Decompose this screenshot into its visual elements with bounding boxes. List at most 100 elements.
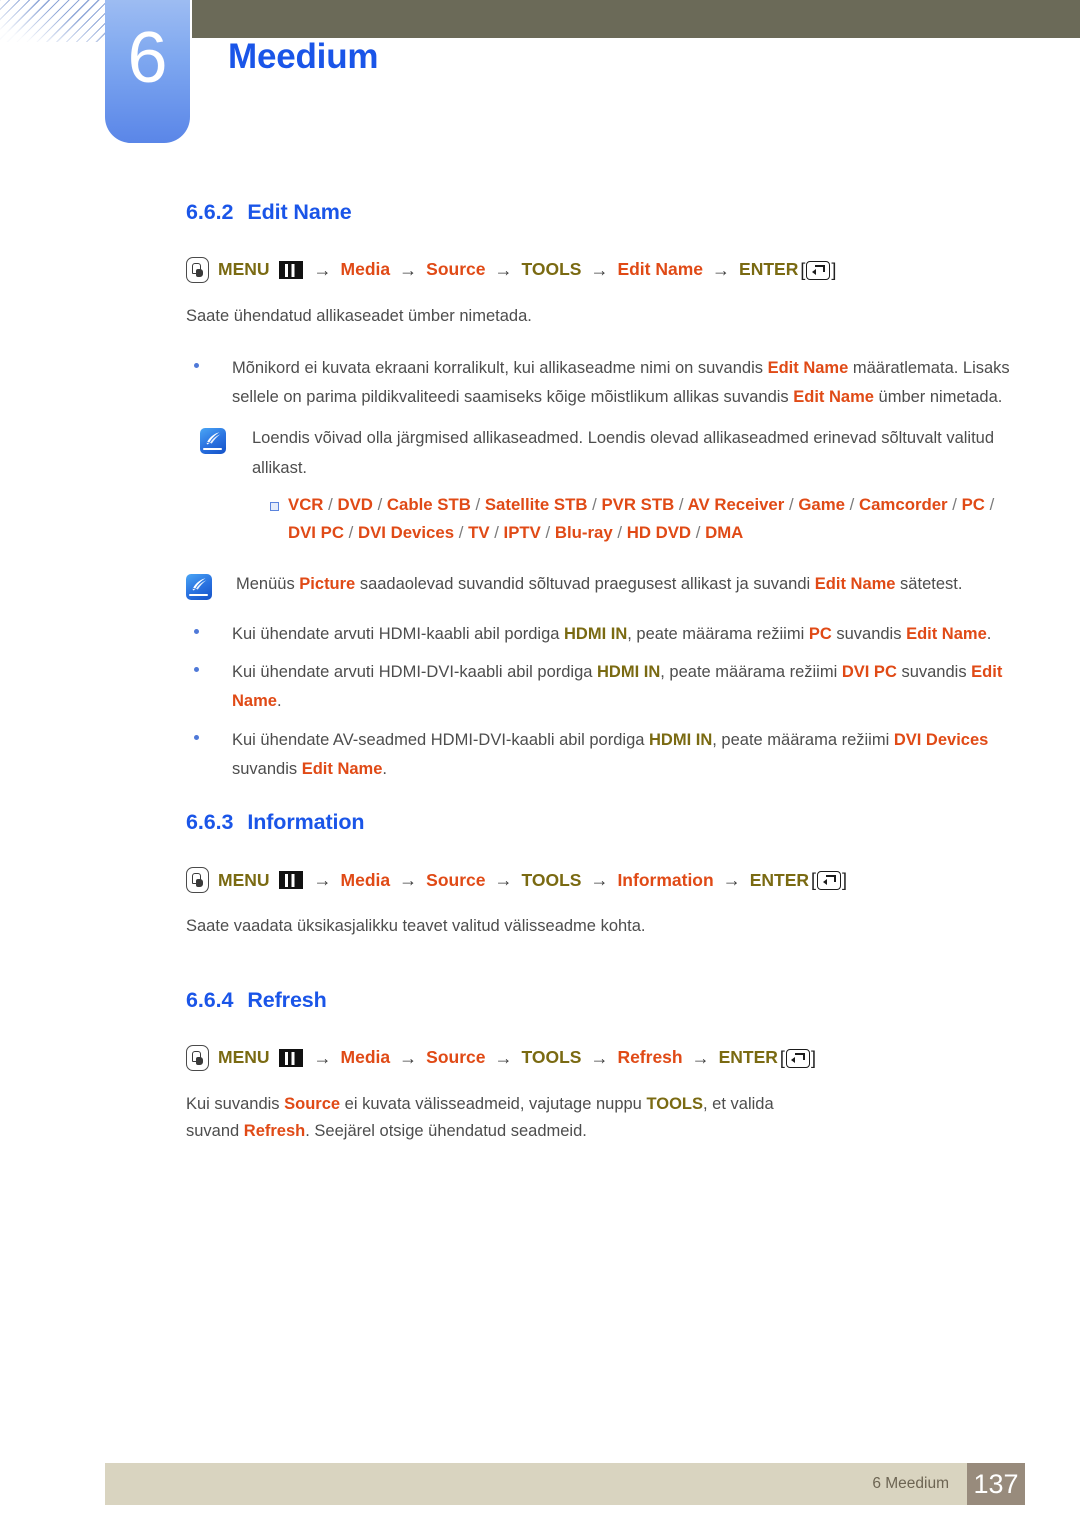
bullet-part-2: , peate määrama režiimi <box>660 662 842 681</box>
hand-pointer-icon <box>186 1045 209 1072</box>
emphasis-hdmi-in: HDMI IN <box>564 624 628 643</box>
bullet-text: Kui ühendate arvuti HDMI-DVI-kaabli abil… <box>232 658 1080 717</box>
section-title: Information <box>247 810 365 835</box>
device-tv: TV <box>468 523 490 543</box>
bracket-open: [ <box>800 260 806 280</box>
emphasis-pc: PC <box>808 624 832 643</box>
section-number: 6.6.2 <box>186 200 234 224</box>
pen-glyph <box>206 432 221 445</box>
bullet-part-3: suvandis <box>232 760 302 779</box>
section-number: 6.6.4 <box>186 988 234 1013</box>
note-icon-cell <box>200 424 252 483</box>
bullet-dot-icon <box>186 620 232 649</box>
bullet-text: Kui ühendate arvuti HDMI-kaabli abil por… <box>232 620 1080 649</box>
note-pen-icon <box>200 428 226 455</box>
pen-underline <box>189 593 208 596</box>
bullet-part-4: . <box>276 692 282 711</box>
separator: / <box>377 495 383 515</box>
page-footer: 6 Meedium 137 <box>105 1463 1025 1505</box>
device-satellite-stb: Satellite STB <box>484 495 588 515</box>
section-body-refresh: Kui suvandis Source ei kuvata välisseadm… <box>186 1091 1080 1144</box>
note-part-1: Menüüs <box>236 574 300 593</box>
hand-pointer-icon <box>186 867 209 894</box>
footer-page-number: 137 <box>967 1463 1025 1505</box>
note-text: Menüüs Picture saadaolevad suvandid sõlt… <box>236 570 1080 600</box>
device-game: Game <box>798 495 845 515</box>
emphasis-edit-name: Edit Name <box>906 624 987 643</box>
device-hd-dvd: HD DVD <box>626 523 692 543</box>
bracket-open: [ <box>779 1048 785 1069</box>
menu-step-source: Source <box>426 869 486 890</box>
menu-path-edit-name: MENU → Media → Source → TOOLS → Edit Nam… <box>186 257 1080 283</box>
arrow-icon: → <box>399 1048 418 1069</box>
enter-label: ENTER <box>718 1047 778 1068</box>
bullet-part-3: suvandis <box>896 662 972 681</box>
enter-key-icon <box>785 1048 810 1068</box>
arrow-icon: → <box>399 870 418 891</box>
bullet-part-1: Mõnikord ei kuvata ekraani korralikult, … <box>232 358 768 377</box>
bracket-open: [ <box>811 870 817 891</box>
section-heading-information: 6.6.3 Information <box>186 810 1080 835</box>
arrow-icon: → <box>399 260 418 280</box>
device-vcr: VCR <box>288 495 324 515</box>
bracket-close: ] <box>810 1048 816 1069</box>
device-cable-stb: Cable STB <box>386 495 471 515</box>
section-heading-refresh: 6.6.4 Refresh <box>186 988 1080 1013</box>
menu-step-media: Media <box>340 1047 391 1068</box>
device-dvi-devices: DVI Devices <box>357 523 455 543</box>
chapter-title: Meedium <box>228 37 379 76</box>
menu-step-media: Media <box>340 259 391 280</box>
emphasis-edit-name: Edit Name <box>301 760 383 779</box>
device-dvd: DVD <box>337 495 373 515</box>
device-list-text: VCR / DVD / Cable STB / Satellite STB / … <box>288 491 1080 547</box>
arrow-icon: → <box>494 1048 513 1069</box>
page-content: 6.6.2 Edit Name MENU → Media → Source → T… <box>0 200 1080 1145</box>
note-item: Menüüs Picture saadaolevad suvandid sõlt… <box>186 570 1080 600</box>
menu-step-information: Information <box>617 869 714 890</box>
section-heading-edit-name: 6.6.2 Edit Name <box>186 200 1080 225</box>
section-title: Edit Name <box>247 200 352 224</box>
emphasis-refresh: Refresh <box>243 1121 306 1140</box>
hand-pointer-icon <box>186 257 209 283</box>
note-item: Loendis võivad olla järgmised allikasead… <box>186 424 1080 483</box>
menu-step-media: Media <box>340 869 391 890</box>
device-av-receiver: AV Receiver <box>687 495 785 515</box>
chapter-number-tab: 6 <box>105 0 190 143</box>
separator: / <box>849 495 855 515</box>
bullet-item: Kui ühendate arvuti HDMI-kaabli abil por… <box>186 620 1080 649</box>
separator: / <box>617 523 623 543</box>
menu-path-refresh: MENU → Media → Source → TOOLS → Refresh … <box>186 1045 1080 1072</box>
header-olive-bar <box>192 0 1080 38</box>
separator: / <box>545 523 551 543</box>
menu-step-edit-name: Edit Name <box>617 259 704 280</box>
emphasis-edit-name: Edit Name <box>793 388 874 407</box>
body-part-2: ei kuvata välisseadmeid, vajutage nuppu <box>340 1095 647 1114</box>
emphasis-dvi-pc: DVI PC <box>841 662 897 681</box>
bullet-part-3: ümber nimetada. <box>873 388 1003 407</box>
device-list-item: VCR / DVD / Cable STB / Satellite STB / … <box>186 491 1080 547</box>
note-part-2: saadaolevad suvandid sõltuvad praegusest… <box>355 574 815 593</box>
emphasis-hdmi-in: HDMI IN <box>649 730 713 749</box>
separator: / <box>989 495 995 515</box>
emphasis-source: Source <box>284 1095 341 1114</box>
menu-step-refresh: Refresh <box>617 1047 683 1068</box>
bullet-dot-icon <box>186 726 232 785</box>
separator: / <box>788 495 794 515</box>
bracket-close: ] <box>831 260 837 280</box>
separator: / <box>348 523 354 543</box>
menu-label: MENU <box>218 1047 270 1068</box>
separator: / <box>695 523 701 543</box>
emphasis-hdmi-in: HDMI IN <box>597 662 661 681</box>
enter-label: ENTER <box>749 869 809 890</box>
bullet-text: Mõnikord ei kuvata ekraani korralikult, … <box>232 354 1080 413</box>
menu-grid-icon <box>278 1049 303 1068</box>
device-camcorder: Camcorder <box>858 495 948 515</box>
arrow-icon: → <box>313 260 332 280</box>
bullet-part-4: . <box>986 624 992 643</box>
menu-label: MENU <box>218 869 270 890</box>
emphasis-tools: TOOLS <box>646 1095 703 1114</box>
chapter-number: 6 <box>127 17 168 98</box>
device-iptv: IPTV <box>503 523 541 543</box>
arrow-icon: → <box>691 1048 710 1069</box>
separator: / <box>952 495 957 515</box>
